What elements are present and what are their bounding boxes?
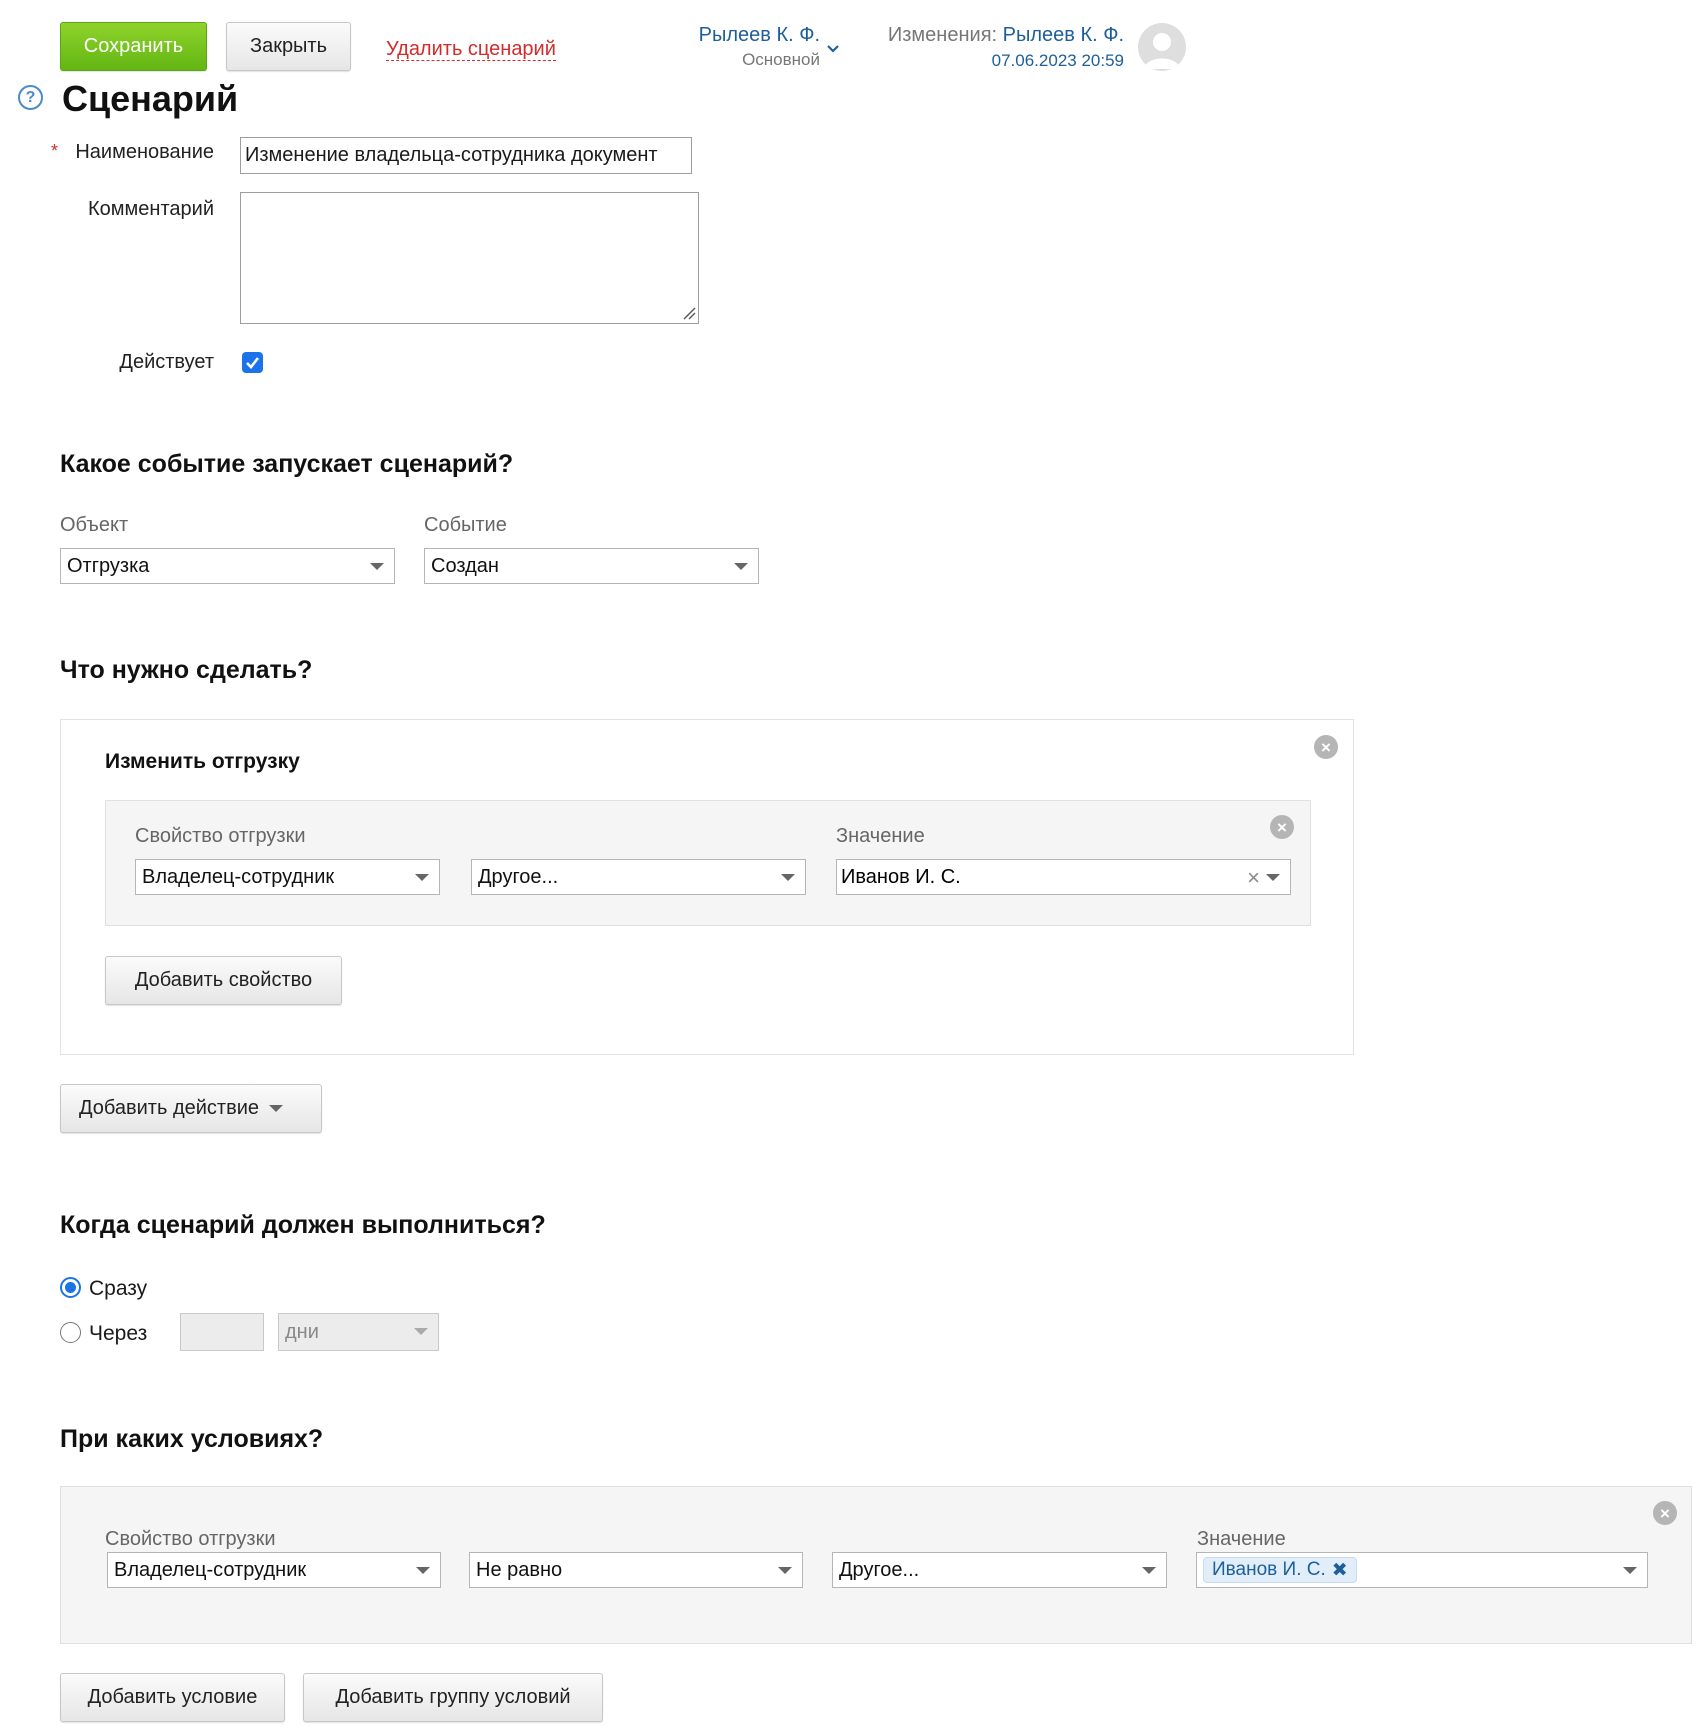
changes-timestamp: 07.06.2023 20:59 — [991, 51, 1124, 70]
add-action-label: Добавить действие — [79, 1097, 259, 1119]
condition-value-tag-label: Иванов И. С. — [1212, 1559, 1326, 1580]
chevron-down-icon — [1266, 874, 1280, 881]
chevron-down-icon — [416, 1567, 430, 1574]
conditions-heading: При каких условиях? — [60, 1425, 324, 1453]
condition-value-tag[interactable]: Иванов И. С. ✖ — [1203, 1557, 1357, 1583]
action-property-row: Свойство отгрузки Владелец-сотрудник Дру… — [105, 800, 1311, 926]
chevron-down-icon — [1623, 1567, 1637, 1574]
actions-heading: Что нужно сделать? — [60, 656, 313, 684]
chevron-down-icon — [1142, 1567, 1156, 1574]
help-icon[interactable]: ? — [18, 85, 43, 110]
add-property-button[interactable]: Добавить свойство — [105, 956, 342, 1005]
name-input[interactable]: Изменение владельца-сотрудника документ — [240, 137, 692, 174]
chevron-down-icon — [370, 563, 384, 570]
action-title: Изменить отгрузку — [105, 750, 300, 773]
chevron-down-icon — [734, 563, 748, 570]
user-name: Рылеев К. Ф. — [698, 24, 820, 46]
changes-line: Изменения: Рылеев К. Ф. — [888, 24, 1124, 47]
timing-amount-input[interactable] — [180, 1313, 264, 1351]
action-mode-value: Другое... — [478, 865, 559, 888]
timing-unit-value: дни — [285, 1320, 319, 1343]
action-property-select[interactable]: Владелец-сотрудник — [135, 859, 440, 895]
condition-operator-select[interactable]: Не равно — [469, 1552, 803, 1588]
remove-tag-icon[interactable]: ✖ — [1332, 1559, 1348, 1582]
condition-property-select[interactable]: Владелец-сотрудник — [107, 1552, 441, 1588]
condition-operator-value: Не равно — [476, 1558, 563, 1581]
action-property-value: Владелец-сотрудник — [142, 865, 335, 888]
chevron-down-icon — [778, 1567, 792, 1574]
event-label: Событие — [424, 514, 507, 536]
name-label: Наименование — [75, 141, 214, 163]
comment-label: Комментарий — [88, 198, 214, 220]
delete-scenario-link[interactable]: Удалить сценарий — [386, 38, 556, 61]
action-value-select[interactable]: Иванов И. С. × — [836, 859, 1291, 895]
timing-heading: Когда сценарий должен выполниться? — [60, 1211, 546, 1239]
changes-prefix: Изменения: — [887, 24, 998, 46]
add-condition-group-button[interactable]: Добавить группу условий — [303, 1673, 603, 1722]
chevron-down-icon — [781, 874, 795, 881]
object-select[interactable]: Отгрузка — [60, 548, 395, 584]
action-value-label: Значение — [836, 825, 925, 847]
page-title: Сценарий — [62, 78, 239, 119]
user-menu[interactable]: Рылеев К. Ф. Основной — [660, 24, 820, 74]
active-label: Действует — [119, 351, 214, 373]
required-mark: * — [51, 141, 59, 161]
close-icon[interactable]: × — [1270, 815, 1294, 839]
timing-unit-select[interactable]: дни — [278, 1313, 439, 1351]
checkbox-checked-icon — [246, 357, 260, 369]
event-select-value: Создан — [431, 554, 499, 577]
timing-now-radio[interactable] — [60, 1277, 81, 1298]
condition-property-label: Свойство отгрузки — [105, 1528, 276, 1550]
user-role: Основной — [742, 50, 820, 69]
trigger-heading: Какое событие запускает сценарий? — [60, 450, 514, 478]
avatar[interactable] — [1138, 23, 1186, 71]
action-property-label: Свойство отгрузки — [135, 825, 306, 847]
add-condition-button[interactable]: Добавить условие — [60, 1673, 285, 1722]
action-mode-select[interactable]: Другое... — [471, 859, 806, 895]
event-select[interactable]: Создан — [424, 548, 759, 584]
avatar-icon — [1144, 33, 1180, 69]
resize-handle-icon[interactable] — [682, 306, 696, 320]
chevron-down-icon — [269, 1105, 283, 1112]
timing-now-label: Сразу — [89, 1277, 148, 1300]
changes-info: Изменения: Рылеев К. Ф. 07.06.2023 20:59 — [860, 24, 1124, 74]
condition-mode-select[interactable]: Другое... — [832, 1552, 1167, 1588]
condition-mode-value: Другое... — [839, 1558, 920, 1581]
condition-value-label: Значение — [1197, 1528, 1286, 1550]
changes-author[interactable]: Рылеев К. Ф. — [1003, 24, 1124, 46]
chevron-down-icon — [414, 1328, 428, 1335]
comment-textarea[interactable] — [240, 192, 699, 324]
close-icon[interactable]: × — [1653, 1501, 1677, 1525]
condition-value-select[interactable]: Иванов И. С. ✖ — [1196, 1552, 1648, 1588]
save-button[interactable]: Сохранить — [60, 22, 207, 71]
clear-icon[interactable]: × — [1247, 865, 1260, 891]
timing-after-radio[interactable] — [60, 1322, 81, 1343]
close-icon[interactable]: × — [1314, 735, 1338, 759]
action-value-value: Иванов И. С. — [841, 865, 961, 888]
condition-property-value: Владелец-сотрудник — [114, 1558, 307, 1581]
condition-row: Свойство отгрузки Владелец-сотрудник Не … — [60, 1486, 1692, 1644]
object-label: Объект — [60, 514, 129, 536]
chevron-down-icon — [415, 874, 429, 881]
timing-after-label: Через — [89, 1322, 148, 1345]
object-select-value: Отгрузка — [67, 554, 150, 577]
chevron-down-icon[interactable] — [826, 44, 840, 54]
action-panel: Изменить отгрузку × Свойство отгрузки Вл… — [60, 719, 1354, 1055]
active-checkbox[interactable] — [242, 352, 263, 373]
close-button[interactable]: Закрыть — [226, 22, 351, 71]
add-action-button[interactable]: Добавить действие — [60, 1084, 322, 1133]
